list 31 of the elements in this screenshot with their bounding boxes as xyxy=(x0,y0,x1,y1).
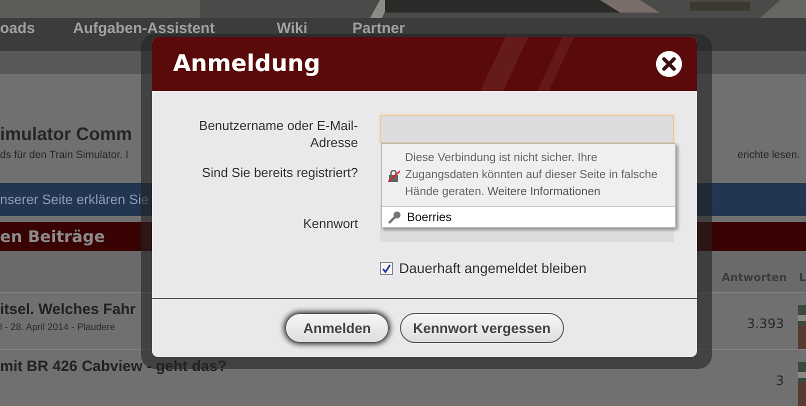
nav-link[interactable]: Partner xyxy=(352,20,405,38)
field-label: Benutzername oder E-Mail-Adresse xyxy=(198,117,358,151)
key-icon xyxy=(388,210,401,224)
reply-count: 3 xyxy=(776,374,784,389)
field-label: Sind Sie bereits registriert? xyxy=(200,164,358,182)
suggestion-label: Boerries xyxy=(407,210,452,224)
thread-title[interactable]: itsel. Welches Fahr xyxy=(0,300,136,318)
field-label: Kennwort xyxy=(302,215,358,233)
insecure-lock-icon xyxy=(388,170,400,182)
security-warning: Diese Verbindung ist nicht sicher. Ihre Zugangsdaten könnten auf dieser Seite in falsche Hände geraten. Weitere Informationen xyxy=(405,151,659,200)
notice-text: nserer Seite erklären Sie xyxy=(0,192,149,208)
thread-meta: l - 28. April 2014 - Plaudere xyxy=(0,322,116,333)
nav-link[interactable]: Aufgaben-Assistent xyxy=(73,20,215,38)
autofill-suggestion[interactable]: Boerries xyxy=(382,207,675,227)
reply-count: 3.393 xyxy=(746,316,784,332)
login-button[interactable]: Anmelden xyxy=(285,313,389,343)
page-subtitle: ds für den Train Simulator. I xyxy=(0,149,128,162)
section-title: en Beiträge xyxy=(0,226,105,246)
page-title: imulator Comm xyxy=(0,124,132,146)
thread-title[interactable]: mit BR 426 Cabview - geht das? xyxy=(0,358,227,375)
checkbox[interactable] xyxy=(380,262,393,274)
more-info-link[interactable]: Weitere Informationen xyxy=(487,186,600,198)
input-field[interactable] xyxy=(380,115,674,143)
nav-link[interactable]: oads xyxy=(0,20,36,38)
forgot-password-button[interactable]: Kennwort vergessen xyxy=(400,313,564,343)
nav-link[interactable]: Wiki xyxy=(276,20,308,38)
close-icon[interactable] xyxy=(655,50,683,78)
checkbox-label: Dauerhaft angemeldet bleiben xyxy=(399,260,587,276)
dialog-title: Anmeldung xyxy=(173,51,320,77)
intro-text: erichte lesen. xyxy=(738,149,800,162)
check-icon xyxy=(382,264,391,272)
